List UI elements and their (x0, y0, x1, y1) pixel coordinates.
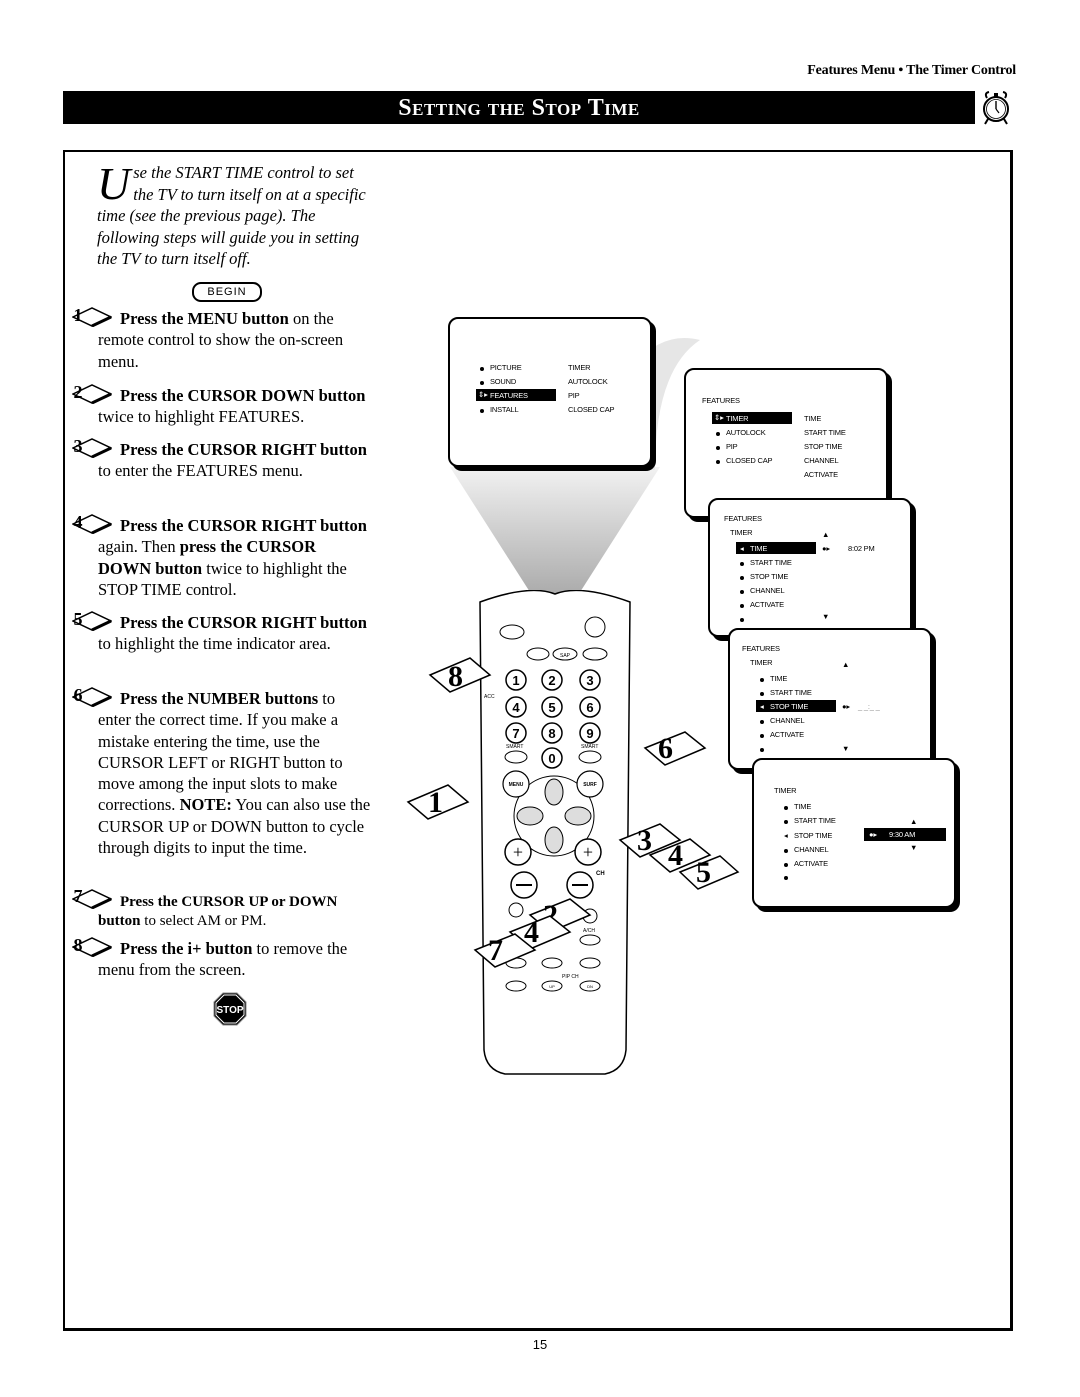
bullet-icon (740, 590, 744, 594)
bullet-icon (716, 432, 720, 436)
menu-highlight (736, 542, 816, 554)
bullet-icon (784, 863, 788, 867)
time-value: 8:02 PM (848, 544, 875, 553)
updown-cursor-icon: ⇕▸ (714, 413, 724, 422)
bullet-icon (784, 876, 788, 880)
step-1: 1 Press the MENU button on the remote con… (72, 305, 344, 371)
step-7: 7 Press the CURSOR UP or DOWN button to s… (72, 886, 338, 929)
bullet-icon (740, 604, 744, 608)
callout-1: 1 (406, 784, 470, 820)
step-number-diamond: 4 (72, 512, 116, 534)
step-number-diamond: 6 (72, 685, 116, 707)
callout-8: 8 (428, 657, 492, 693)
drop-cap: U (97, 158, 131, 209)
bullet-icon (740, 618, 744, 622)
intro-text: se the START TIME control to set the TV … (97, 163, 366, 268)
step-3: 3 Press the CURSOR RIGHT button to enter … (72, 436, 367, 481)
osd-stop-time-set: TIMER TIME START TIME ▲ ◂ STOP TIME ●▸ 9… (752, 758, 956, 908)
bullet-icon (480, 409, 484, 413)
callout-6: 6 (643, 731, 707, 766)
step-callouts: 8 6 1 3 4 5 2 4 7 (406, 657, 740, 968)
left-arrow-icon: ◂ (760, 702, 764, 711)
svg-text:STOP: STOP (216, 1005, 243, 1016)
osd-main-menu: PICTURE SOUND ⇕▸ FEATURES INSTALL TIMER … (448, 317, 652, 467)
step-number-diamond: 8 (72, 935, 116, 957)
left-arrow-icon: ◂ (784, 831, 788, 840)
osd-features-menu: FEATURES ⇕▸ TIMER AUTOLOCK PIP CLOSED CA… (684, 368, 888, 518)
page-title: Setting the Stop Time (63, 91, 975, 124)
bullet-icon (784, 820, 788, 824)
menu-item-picture: PICTURE (490, 363, 522, 372)
svg-text:1: 1 (428, 786, 443, 819)
bullet-icon (784, 849, 788, 853)
step-2: 2 Press the CURSOR DOWN button twice to h… (72, 382, 366, 427)
svg-text:8: 8 (448, 660, 463, 693)
menu-item-features: FEATURES (490, 391, 528, 400)
bullet-icon (716, 460, 720, 464)
down-arrow-icon: ▼ (822, 612, 830, 621)
intro-paragraph: Use the START TIME control to set the TV… (97, 158, 377, 270)
time-value: 9:30 AM (889, 830, 916, 839)
step-8: 8 Press the i+ button to remove the menu … (72, 935, 348, 980)
updown-cursor-icon: ⇕▸ (478, 390, 488, 399)
cursor-icon: ●▸ (822, 544, 830, 553)
running-head: Features Menu • The Timer Control (807, 63, 1016, 78)
step-number-diamond: 5 (72, 609, 116, 631)
step-number-diamond: 7 (72, 887, 116, 909)
bullet-icon (760, 734, 764, 738)
begin-badge: BEGIN (192, 282, 262, 302)
down-arrow-icon: ▼ (842, 744, 850, 753)
up-arrow-icon: ▲ (842, 660, 850, 669)
bullet-icon (760, 720, 764, 724)
bullet-icon (480, 367, 484, 371)
page-number: 15 (532, 1337, 548, 1352)
svg-text:6: 6 (658, 732, 673, 765)
down-arrow-icon: ▼ (910, 843, 918, 852)
bullet-icon (784, 806, 788, 810)
step-4: 4 Press the CURSOR RIGHT button again. Th… (72, 512, 367, 599)
alarm-clock-icon (983, 91, 1009, 125)
menu-highlight (712, 412, 792, 424)
bullet-icon (480, 381, 484, 385)
step-number-diamond: 2 (72, 382, 116, 404)
svg-text:7: 7 (488, 934, 503, 967)
step-number-diamond: 1 (72, 305, 116, 327)
svg-text:UP: UP (549, 984, 555, 989)
menu-item-sound: SOUND (490, 377, 517, 386)
time-value: _ _:_ _ (858, 702, 880, 711)
bullet-icon (760, 748, 764, 752)
svg-text:3: 3 (637, 824, 652, 857)
bullet-icon (740, 576, 744, 580)
menu-item-install: INSTALL (490, 405, 519, 414)
step-5: 5 Press the CURSOR RIGHT button to highli… (72, 609, 367, 654)
bullet-icon (716, 446, 720, 450)
step-6: 6 Press the NUMBER buttons to enter the c… (72, 685, 371, 858)
bullet-icon (760, 678, 764, 682)
svg-text:5: 5 (696, 856, 711, 889)
up-arrow-icon: ▲ (822, 530, 830, 539)
left-arrow-icon: ◂ (740, 544, 744, 553)
bullet-icon (740, 562, 744, 566)
cursor-icon: ●▸ (842, 702, 850, 711)
stop-sign-icon: STOP (213, 992, 247, 1026)
step-number-diamond: 3 (72, 436, 116, 458)
up-arrow-icon: ▲ (910, 817, 918, 826)
bullet-icon (760, 692, 764, 696)
osd-stop-time-menu: FEATURES TIMER ▲ TIME START TIME ◂ STOP … (728, 628, 932, 770)
svg-text:4: 4 (668, 839, 683, 872)
osd-timer-menu: FEATURES TIMER ▲ ◂ TIME ●▸ 8:02 PM START… (708, 498, 912, 637)
svg-text:DN: DN (587, 984, 593, 989)
cursor-icon: ●▸ (869, 830, 877, 839)
